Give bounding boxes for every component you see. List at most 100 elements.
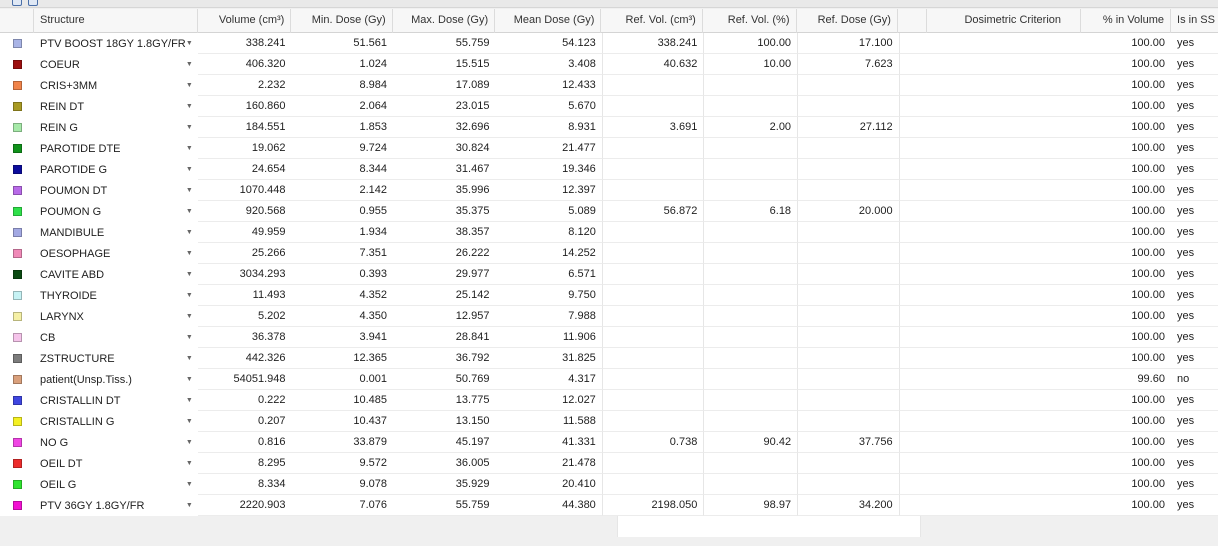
header-structure[interactable]: Structure [34, 9, 198, 33]
header-ref-vol-pct[interactable]: Ref. Vol. (%) [703, 9, 797, 33]
dropdown-arrow-icon[interactable]: ▼ [186, 160, 193, 180]
header-ref-vol-cm3[interactable]: Ref. Vol. (cm³) [601, 9, 703, 33]
cell-dosimetric-criterion[interactable] [928, 243, 1082, 264]
table-row[interactable]: REIN DT ▼ 160.860 2.064 23.015 5.670 100.00 yes [0, 96, 1218, 117]
cell-dosimetric-criterion[interactable] [928, 453, 1082, 474]
dropdown-arrow-icon[interactable]: ▼ [186, 370, 193, 390]
table-row[interactable]: OEIL G ▼ 8.334 9.078 35.929 20.410 100.00 yes [0, 474, 1218, 495]
table-row[interactable]: THYROIDE ▼ 11.493 4.352 25.142 9.750 100.00 yes [0, 285, 1218, 306]
structure-select[interactable]: LARYNX ▼ [34, 306, 198, 327]
structure-select[interactable]: COEUR ▼ [34, 54, 198, 75]
structure-select[interactable]: CAVITE ABD ▼ [34, 264, 198, 285]
structure-select[interactable]: PTV BOOST 18GY 1.8GY/FR ▼ [34, 33, 198, 54]
structure-color-cell[interactable] [0, 432, 35, 453]
cell-dosimetric-criterion[interactable] [928, 474, 1082, 495]
table-row[interactable]: POUMON DT ▼ 1070.448 2.142 35.996 12.397 100.0… [0, 180, 1218, 201]
table-row[interactable]: CRISTALLIN DT ▼ 0.222 10.485 13.775 12.027 100… [0, 390, 1218, 411]
dropdown-arrow-icon[interactable]: ▼ [186, 496, 193, 516]
dropdown-arrow-icon[interactable]: ▼ [186, 328, 193, 348]
table-row[interactable]: CRIS+3MM ▼ 2.232 8.984 17.089 12.433 100.00 yes [0, 75, 1218, 96]
cell-dosimetric-criterion[interactable] [928, 495, 1082, 516]
structure-select[interactable]: OEIL G ▼ [34, 474, 198, 495]
structure-color-cell[interactable] [0, 264, 35, 285]
cell-dosimetric-criterion[interactable] [928, 327, 1082, 348]
table-row[interactable]: ZSTRUCTURE ▼ 442.326 12.365 36.792 31.825 100.… [0, 348, 1218, 369]
structure-select[interactable]: patient(Unsp.Tiss.) ▼ [34, 369, 198, 390]
dropdown-arrow-icon[interactable]: ▼ [186, 349, 193, 369]
cell-dosimetric-criterion[interactable] [928, 369, 1082, 390]
dropdown-arrow-icon[interactable]: ▼ [186, 454, 193, 474]
structure-color-cell[interactable] [0, 495, 35, 516]
structure-select[interactable]: POUMON DT ▼ [34, 180, 198, 201]
structure-color-cell[interactable] [0, 54, 35, 75]
header-volume[interactable]: Volume (cm³) [198, 9, 292, 33]
table-row[interactable]: POUMON G ▼ 920.568 0.955 35.375 5.089 56.872 6.… [0, 201, 1218, 222]
dropdown-arrow-icon[interactable]: ▼ [186, 118, 193, 138]
structure-select[interactable]: PAROTIDE DTE ▼ [34, 138, 198, 159]
structure-color-cell[interactable] [0, 453, 35, 474]
cell-dosimetric-criterion[interactable] [928, 432, 1082, 453]
dropdown-arrow-icon[interactable]: ▼ [186, 139, 193, 159]
structure-select[interactable]: POUMON G ▼ [34, 201, 198, 222]
header-mean-dose[interactable]: Mean Dose (Gy) [495, 9, 602, 33]
structure-select[interactable]: CRISTALLIN G ▼ [34, 411, 198, 432]
header-min-dose[interactable]: Min. Dose (Gy) [291, 9, 393, 33]
structure-color-cell[interactable] [0, 348, 35, 369]
structure-color-cell[interactable] [0, 33, 35, 54]
header-max-dose[interactable]: Max. Dose (Gy) [393, 9, 496, 33]
dropdown-arrow-icon[interactable]: ▼ [186, 55, 193, 75]
table-row[interactable]: CAVITE ABD ▼ 3034.293 0.393 29.977 6.571 100.0… [0, 264, 1218, 285]
structure-color-cell[interactable] [0, 369, 35, 390]
table-row[interactable]: COEUR ▼ 406.320 1.024 15.515 3.408 40.632 10.00… [0, 54, 1218, 75]
structure-color-cell[interactable] [0, 390, 35, 411]
structure-select[interactable]: MANDIBULE ▼ [34, 222, 198, 243]
table-row[interactable]: LARYNX ▼ 5.202 4.350 12.957 7.988 100.00 yes [0, 306, 1218, 327]
cell-dosimetric-criterion[interactable] [928, 201, 1082, 222]
structure-color-cell[interactable] [0, 201, 35, 222]
structure-select[interactable]: CRISTALLIN DT ▼ [34, 390, 198, 411]
toolbar-icon-1[interactable] [12, 0, 22, 6]
structure-select[interactable]: PAROTIDE G ▼ [34, 159, 198, 180]
cell-dosimetric-criterion[interactable] [928, 33, 1082, 54]
cell-dosimetric-criterion[interactable] [928, 159, 1082, 180]
table-row[interactable]: PAROTIDE G ▼ 24.654 8.344 31.467 19.346 100.00… [0, 159, 1218, 180]
structure-color-cell[interactable] [0, 75, 35, 96]
cell-dosimetric-criterion[interactable] [928, 306, 1082, 327]
table-row[interactable]: REIN G ▼ 184.551 1.853 32.696 8.931 3.691 2.00 2… [0, 117, 1218, 138]
structure-color-cell[interactable] [0, 159, 35, 180]
dropdown-arrow-icon[interactable]: ▼ [186, 391, 193, 411]
cell-dosimetric-criterion[interactable] [928, 180, 1082, 201]
structure-color-cell[interactable] [0, 222, 35, 243]
cell-dosimetric-criterion[interactable] [928, 96, 1082, 117]
dropdown-arrow-icon[interactable]: ▼ [186, 412, 193, 432]
dropdown-arrow-icon[interactable]: ▼ [186, 433, 193, 453]
structure-select[interactable]: CRIS+3MM ▼ [34, 75, 198, 96]
table-row[interactable]: OEIL DT ▼ 8.295 9.572 36.005 21.478 100.00 yes [0, 453, 1218, 474]
structure-color-cell[interactable] [0, 180, 35, 201]
header-ref-dose[interactable]: Ref. Dose (Gy) [797, 9, 898, 33]
structure-select[interactable]: PTV 36GY 1.8GY/FR ▼ [34, 495, 198, 516]
dropdown-arrow-icon[interactable]: ▼ [186, 244, 193, 264]
cell-dosimetric-criterion[interactable] [928, 390, 1082, 411]
structure-color-cell[interactable] [0, 285, 35, 306]
header-pct-in-volume[interactable]: % in Volume [1081, 9, 1172, 33]
cell-dosimetric-criterion[interactable] [928, 264, 1082, 285]
dropdown-arrow-icon[interactable]: ▼ [186, 307, 193, 327]
structure-select[interactable]: ZSTRUCTURE ▼ [34, 348, 198, 369]
table-row[interactable]: PAROTIDE DTE ▼ 19.062 9.724 30.824 21.477 100.… [0, 138, 1218, 159]
table-row[interactable]: PTV 36GY 1.8GY/FR ▼ 2220.903 7.076 55.759 44.… [0, 495, 1218, 516]
table-row[interactable]: PTV BOOST 18GY 1.8GY/FR ▼ 338.241 51.561 55.… [0, 33, 1218, 54]
structure-color-cell[interactable] [0, 117, 35, 138]
structure-color-cell[interactable] [0, 138, 35, 159]
table-row[interactable]: CRISTALLIN G ▼ 0.207 10.437 13.150 11.588 100.… [0, 411, 1218, 432]
structure-select[interactable]: REIN DT ▼ [34, 96, 198, 117]
cell-dosimetric-criterion[interactable] [928, 117, 1082, 138]
dropdown-arrow-icon[interactable]: ▼ [186, 286, 193, 306]
header-is-in-ss[interactable]: Is in SS [1171, 9, 1218, 33]
dropdown-arrow-icon[interactable]: ▼ [186, 223, 193, 243]
cell-dosimetric-criterion[interactable] [928, 75, 1082, 96]
dropdown-arrow-icon[interactable]: ▼ [186, 97, 193, 117]
structure-select[interactable]: REIN G ▼ [34, 117, 198, 138]
structure-color-cell[interactable] [0, 474, 35, 495]
table-row[interactable]: patient(Unsp.Tiss.) ▼ 54051.948 0.001 50.769… [0, 369, 1218, 390]
